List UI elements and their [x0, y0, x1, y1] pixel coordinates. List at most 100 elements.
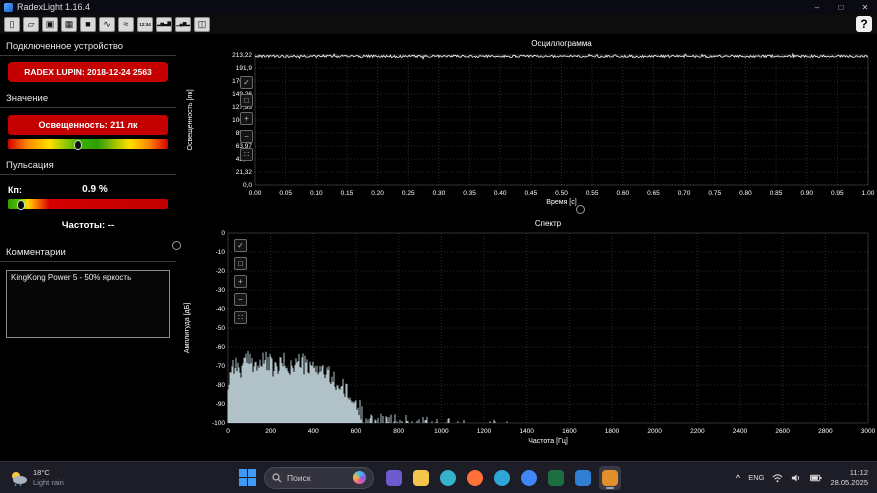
taskbar-apps	[383, 465, 621, 490]
zoom-box-button[interactable]: □	[240, 94, 253, 107]
pan-button[interactable]: ∷	[240, 148, 253, 161]
svg-text:0.70: 0.70	[678, 190, 691, 197]
taskbar-app-chrome[interactable]	[518, 466, 540, 490]
svg-text:2800: 2800	[818, 428, 833, 435]
start-button[interactable]	[236, 467, 258, 489]
svg-text:400: 400	[308, 428, 319, 435]
taskbar-app-edge[interactable]	[437, 466, 459, 490]
svg-text:-20: -20	[216, 268, 226, 275]
pulsation-slider[interactable]	[8, 199, 168, 210]
photos-icon	[386, 469, 402, 486]
new-file-button[interactable]: ▯	[4, 16, 20, 32]
firefox-icon	[467, 469, 483, 486]
svg-text:600: 600	[351, 428, 362, 435]
radexlight-window: RadexLight 1.16.4 – □ ✕ ▯ ▱ ▣ ▦ ■ ∿ ≈12:34 ▂▅▃▇…	[0, 0, 877, 493]
time-display-button[interactable]: 12:34	[137, 16, 153, 32]
volume-icon[interactable]	[791, 473, 802, 483]
sidebar-splitter-handle[interactable]	[172, 241, 181, 250]
pan-button[interactable]: ∷	[234, 311, 247, 324]
select-tool-button[interactable]: ✓	[240, 76, 253, 89]
svg-text:0.85: 0.85	[770, 190, 783, 197]
spectrum-chart[interactable]: 0 200 400 600 800 1000 1200 1400 1600 1800 2000 220…	[176, 217, 877, 461]
svg-text:191,9: 191,9	[236, 65, 253, 72]
connected-device-header: Подключенное устройство	[0, 34, 176, 56]
svg-text:2600: 2600	[775, 428, 790, 435]
help-button[interactable]: ?	[856, 16, 872, 32]
minimize-button[interactable]: –	[805, 0, 829, 14]
zoom-out-button[interactable]: −	[240, 130, 253, 143]
frequencies-label: Частоты: --	[61, 220, 115, 231]
zoom-in-button[interactable]: +	[240, 112, 253, 125]
svg-text:0.00: 0.00	[249, 190, 262, 197]
save-all-button[interactable]: ▦	[61, 16, 77, 32]
display-mode-button[interactable]: ■	[80, 16, 96, 32]
svg-text:800: 800	[393, 428, 404, 435]
layout-view-button[interactable]: ◫	[194, 16, 210, 32]
illuminance-slider[interactable]	[8, 139, 168, 150]
windows-logo-icon	[247, 469, 256, 477]
illuminance-slider-marker[interactable]	[74, 140, 83, 150]
pulsation-slider-marker[interactable]	[16, 200, 25, 210]
search-highlights-icon[interactable]	[353, 471, 366, 484]
pulse-view-button[interactable]: ≈	[118, 16, 134, 32]
svg-text:-10: -10	[216, 249, 226, 256]
comments-header: Комментарии	[0, 240, 176, 262]
svg-text:-70: -70	[216, 363, 226, 370]
svg-text:0.50: 0.50	[555, 190, 568, 197]
taskbar-app-photos[interactable]	[383, 466, 405, 490]
search-placeholder: Поиск	[287, 472, 311, 483]
svg-text:21,32: 21,32	[236, 169, 253, 176]
sidebar: Подключенное устройство RADEX LUPIN: 201…	[0, 34, 176, 461]
wifi-icon[interactable]	[772, 473, 783, 483]
maximize-button[interactable]: □	[829, 0, 853, 14]
zoom-in-button[interactable]: +	[234, 275, 247, 288]
svg-text:0: 0	[226, 428, 230, 435]
kp-label: Кп:	[8, 184, 22, 195]
taskbar-app-firefox[interactable]	[464, 466, 486, 490]
svg-text:0.10: 0.10	[310, 190, 323, 197]
vscode-icon	[575, 469, 591, 486]
language-indicator[interactable]: ENG	[748, 473, 764, 482]
battery-icon[interactable]	[810, 474, 822, 482]
svg-text:0.45: 0.45	[525, 190, 538, 197]
taskbar-app-radexlight[interactable]	[599, 465, 621, 490]
system-tray: ^ ENG 11:12 28.05.2025	[736, 462, 877, 493]
window-title: RadexLight 1.16.4	[17, 2, 91, 12]
weather-desc: Light rain	[33, 477, 64, 487]
select-tool-button[interactable]: ✓	[234, 239, 247, 252]
clock[interactable]: 11:12 28.05.2025	[830, 468, 868, 488]
svg-text:0.15: 0.15	[341, 190, 354, 197]
comments-input[interactable]: KingKong Power 5 - 50% яркость	[6, 270, 170, 338]
zoom-out-button[interactable]: −	[234, 293, 247, 306]
chart-view-button[interactable]: ▁▄▆▂	[175, 16, 191, 32]
svg-text:Амплитуда [дБ]: Амплитуда [дБ]	[184, 303, 191, 353]
taskbar-app-excel[interactable]	[545, 466, 567, 490]
oscillogram-chart[interactable]: 0.00 0.05 0.10 0.15 0.20 0.25 0.30 0.35 0.40 0.45…	[176, 34, 877, 215]
search-box[interactable]: Поиск	[264, 466, 374, 489]
save-button[interactable]: ▣	[42, 16, 58, 32]
svg-text:1600: 1600	[562, 428, 577, 435]
windows-logo-icon	[238, 478, 247, 486]
open-file-button[interactable]: ▱	[23, 16, 39, 32]
svg-text:0.75: 0.75	[708, 190, 721, 197]
close-button[interactable]: ✕	[853, 0, 877, 14]
windows-logo-icon	[247, 478, 256, 486]
hidden-icons-chevron[interactable]: ^	[736, 473, 740, 482]
device-button[interactable]: RADEX LUPIN: 2018-12-24 2563	[8, 62, 168, 82]
svg-text:1200: 1200	[477, 428, 492, 435]
svg-text:0.90: 0.90	[800, 190, 813, 197]
svg-text:1.00: 1.00	[862, 190, 875, 197]
illuminance-value: Освещенность: 211 лк	[8, 115, 168, 135]
histogram-view-button[interactable]: ▂▅▃▇	[156, 16, 172, 32]
weather-widget[interactable]: 18°C Light rain	[0, 462, 74, 493]
app-icon	[4, 2, 13, 12]
oscillogram-view-button[interactable]: ∿	[99, 16, 115, 32]
tray-date: 28.05.2025	[830, 477, 868, 487]
taskbar-app-file-explorer[interactable]	[410, 466, 432, 490]
taskbar-app-telegram[interactable]	[491, 466, 513, 490]
taskbar-app-vscode[interactable]	[572, 466, 594, 490]
svg-text:0.40: 0.40	[494, 190, 507, 197]
svg-text:1800: 1800	[605, 428, 620, 435]
charts-splitter-handle[interactable]	[576, 205, 585, 214]
zoom-box-button[interactable]: □	[234, 257, 247, 270]
